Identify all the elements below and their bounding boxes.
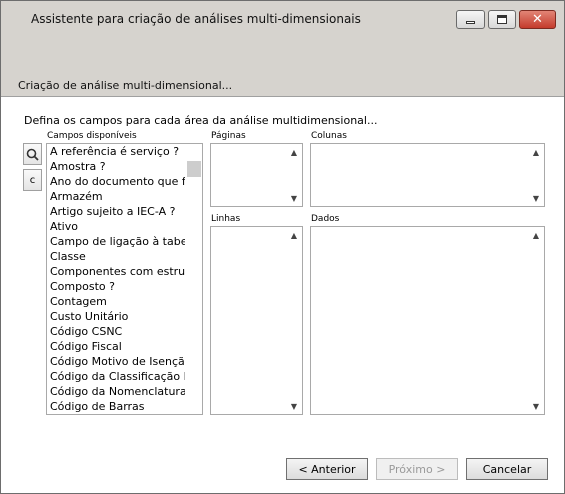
list-item[interactable]: Armazém: [47, 189, 185, 204]
dados-area[interactable]: ▲ ▼: [310, 226, 545, 415]
list-item[interactable]: Código de Barras: [47, 399, 185, 414]
linhas-label: Linhas: [211, 214, 241, 224]
list-item[interactable]: Código Fiscal: [47, 339, 185, 354]
available-fields-list[interactable]: A referência é serviço ? Amostra ? Ano do …: [46, 143, 203, 415]
title-bar: Assistente para criação de análises mult…: [1, 1, 564, 35]
search-fields-button[interactable]: [23, 143, 42, 165]
close-button[interactable]: ✕: [519, 10, 556, 29]
colunas-area[interactable]: ▲ ▼: [310, 143, 545, 207]
scroll-down-icon[interactable]: ▼: [528, 398, 544, 414]
instruction-text: Defina os campos para cada área da análi…: [24, 114, 378, 127]
scroll-up-icon[interactable]: ▲: [528, 227, 544, 243]
scroll-up-icon[interactable]: ▲: [528, 144, 544, 160]
paginas-label: Páginas: [211, 131, 246, 141]
wizard-header: Criação de análise multi-dimensional...: [1, 35, 564, 97]
dados-label: Dados: [311, 214, 340, 224]
list-item[interactable]: Componentes com estrutura: [47, 264, 185, 279]
maximize-icon: [497, 15, 507, 24]
minimize-button[interactable]: [456, 10, 485, 29]
fields-scrollbar[interactable]: [186, 144, 202, 414]
list-item[interactable]: Contagem: [47, 294, 185, 309]
paginas-area[interactable]: ▲ ▼: [210, 143, 303, 207]
maximize-button[interactable]: [488, 10, 516, 29]
search-icon: [26, 148, 39, 161]
list-item[interactable]: Composto ?: [47, 279, 185, 294]
colunas-scrollbar[interactable]: ▲ ▼: [528, 144, 544, 206]
field-items: A referência é serviço ? Amostra ? Ano do …: [47, 144, 202, 414]
list-item[interactable]: Ativo: [47, 219, 185, 234]
c-button[interactable]: c: [23, 169, 42, 191]
wizard-window: Assistente para criação de análises mult…: [0, 0, 565, 494]
header-divider: [1, 96, 564, 97]
list-item[interactable]: Código da Nomenclatura C: [47, 384, 185, 399]
close-icon: ✕: [532, 12, 543, 27]
cancel-button[interactable]: Cancelar: [466, 458, 548, 480]
next-button[interactable]: Próximo >: [376, 458, 458, 480]
dados-scrollbar[interactable]: ▲ ▼: [528, 227, 544, 414]
c-button-label: c: [29, 174, 36, 186]
scroll-down-icon[interactable]: ▼: [286, 190, 302, 206]
scroll-up-icon[interactable]: ▲: [286, 144, 302, 160]
scroll-down-icon[interactable]: ▼: [528, 190, 544, 206]
scroll-down-icon[interactable]: ▼: [286, 398, 302, 414]
list-item[interactable]: Campo de ligação à tabela: [47, 234, 185, 249]
colunas-label: Colunas: [311, 131, 347, 141]
minimize-icon: [466, 21, 475, 24]
list-item[interactable]: Custo Unitário: [47, 309, 185, 324]
back-button[interactable]: < Anterior: [286, 458, 368, 480]
paginas-scrollbar[interactable]: ▲ ▼: [286, 144, 302, 206]
list-item[interactable]: Código Motivo de Isenção: [47, 354, 185, 369]
list-item[interactable]: Classe: [47, 249, 185, 264]
window-title: Assistente para criação de análises mult…: [31, 12, 361, 26]
list-item[interactable]: Ano do documento que faz: [47, 174, 185, 189]
scroll-up-icon[interactable]: ▲: [286, 227, 302, 243]
list-item[interactable]: Amostra ?: [47, 159, 185, 174]
list-item[interactable]: Código da Classificação Es: [47, 369, 185, 384]
list-item[interactable]: Artigo sujeito a IEC-A ?: [47, 204, 185, 219]
linhas-scrollbar[interactable]: ▲ ▼: [286, 227, 302, 414]
linhas-area[interactable]: ▲ ▼: [210, 226, 303, 415]
list-item[interactable]: Código CSNC: [47, 324, 185, 339]
scrollbar-thumb[interactable]: [187, 161, 201, 177]
list-item[interactable]: A referência é serviço ?: [47, 144, 185, 159]
wizard-step-title: Criação de análise multi-dimensional...: [18, 79, 233, 92]
available-fields-label: Campos disponíveis: [47, 131, 137, 141]
